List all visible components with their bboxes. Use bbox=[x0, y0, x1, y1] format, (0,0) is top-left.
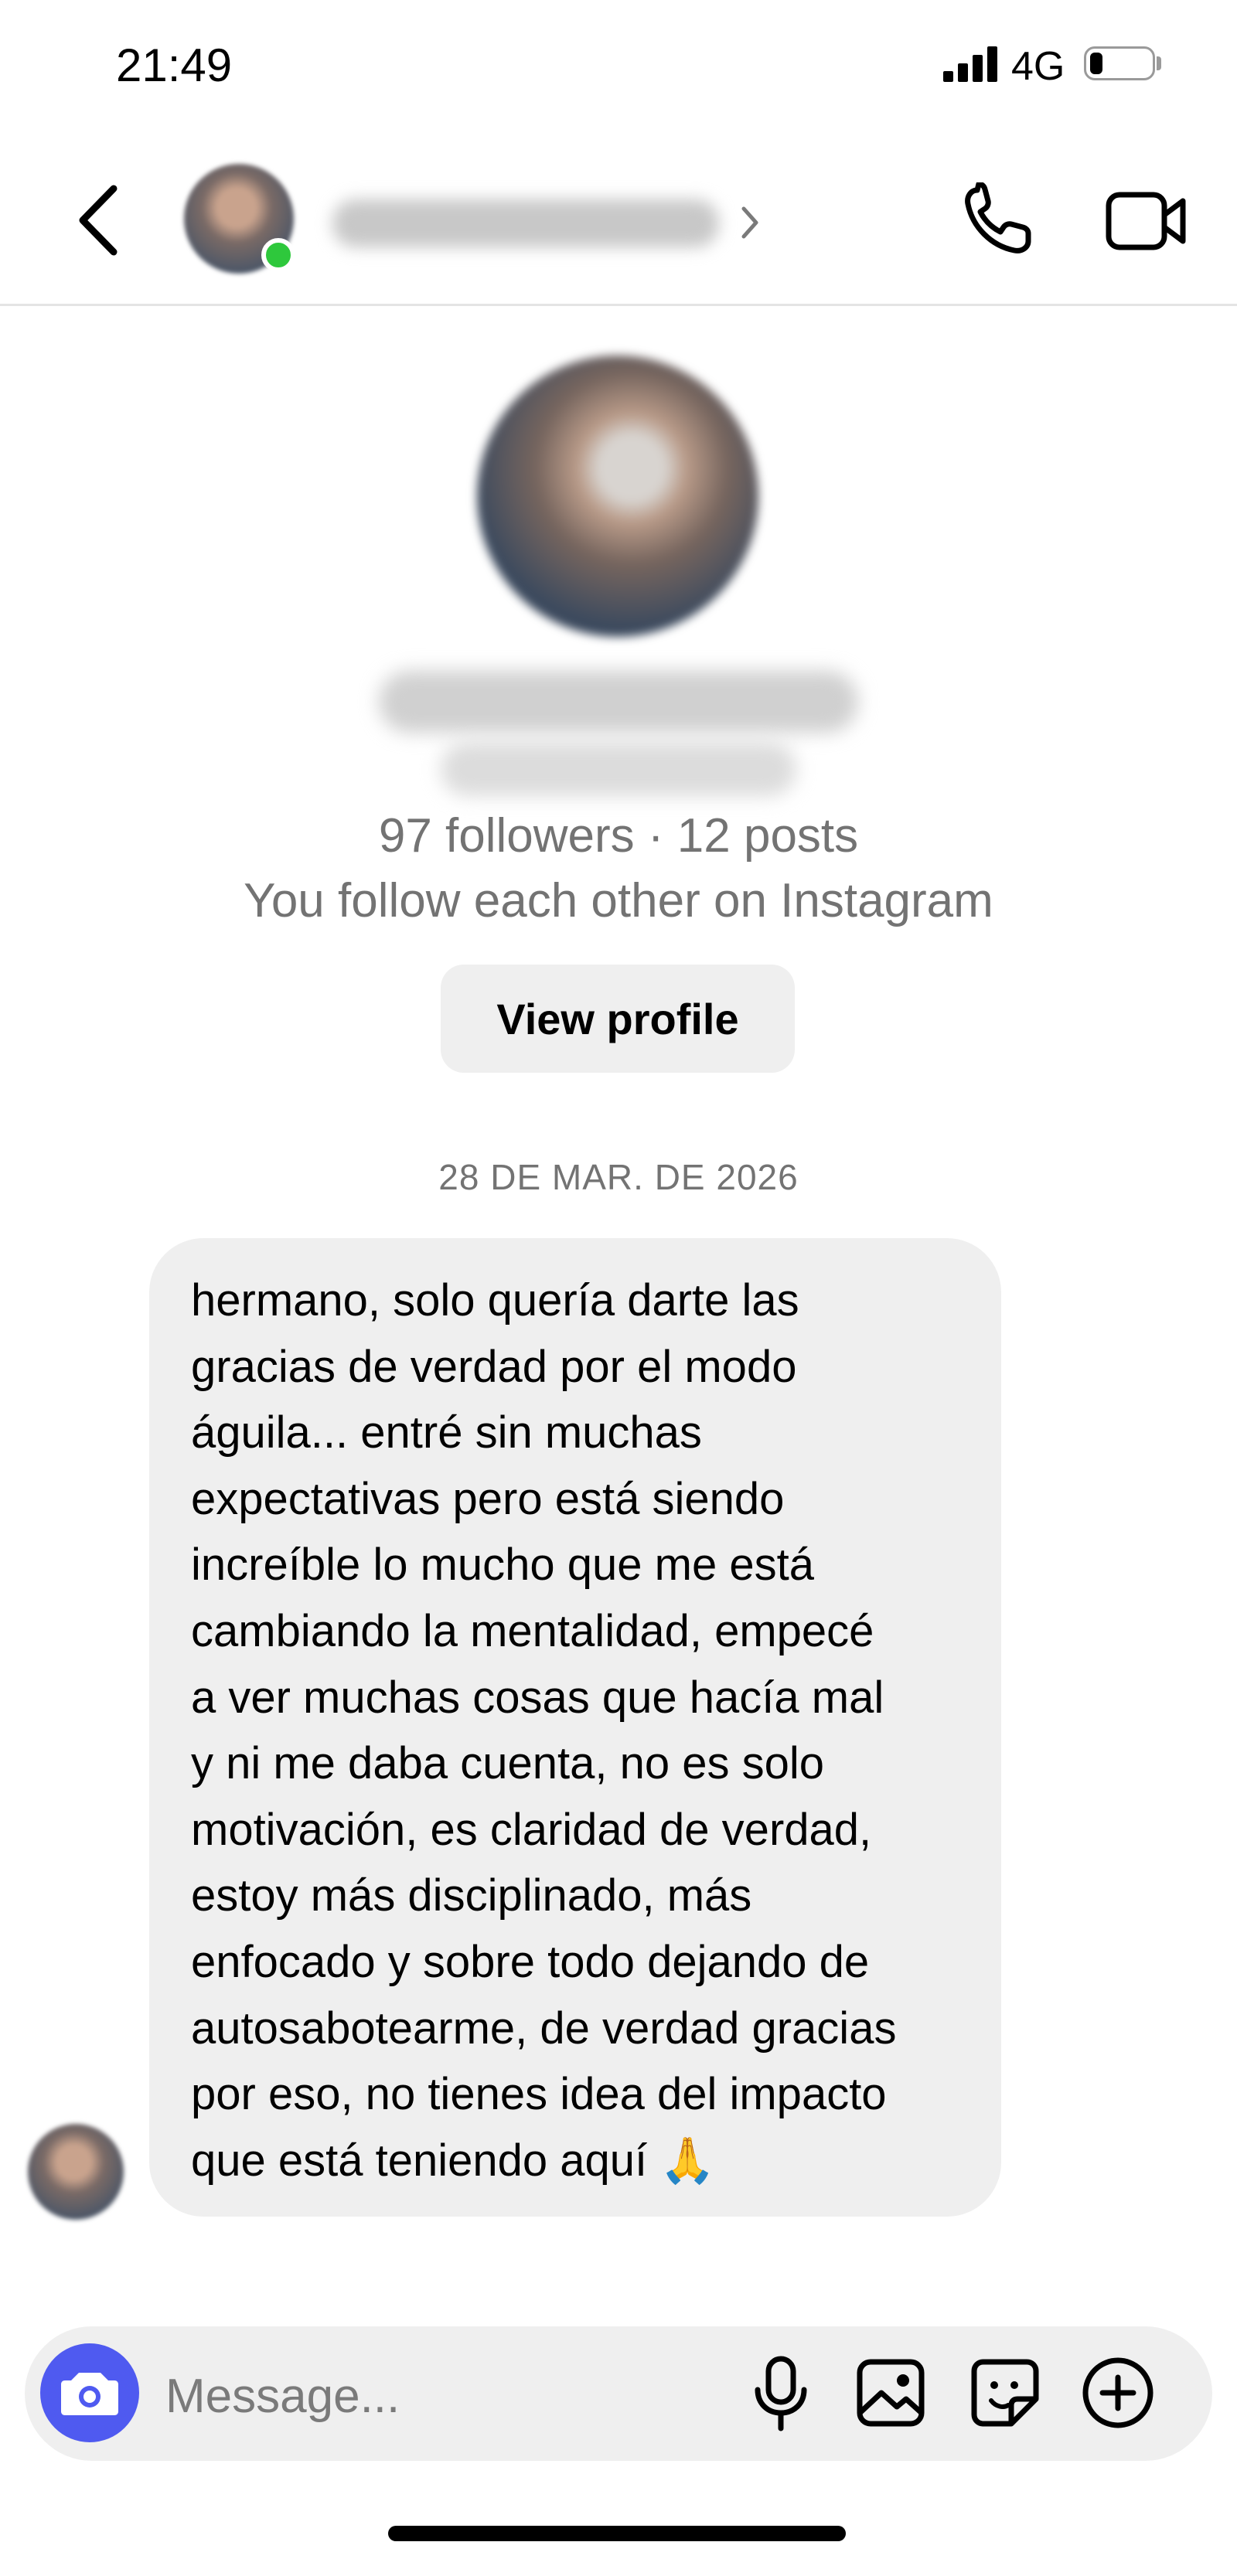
battery-level bbox=[1090, 53, 1102, 74]
microphone-button[interactable] bbox=[744, 2354, 818, 2435]
back-button[interactable] bbox=[66, 178, 135, 263]
contact-name-redacted[interactable] bbox=[332, 199, 719, 247]
chevron-right-icon[interactable] bbox=[734, 199, 765, 246]
gallery-icon bbox=[857, 2359, 925, 2427]
signal-strength-icon bbox=[943, 46, 997, 82]
call-button[interactable] bbox=[959, 181, 1036, 260]
status-time: 21:49 bbox=[116, 39, 233, 91]
plus-circle-icon bbox=[1082, 2357, 1154, 2428]
profile-name-redacted bbox=[379, 671, 858, 733]
home-indicator bbox=[388, 2526, 846, 2541]
view-profile-button[interactable]: View profile bbox=[441, 965, 795, 1073]
camera-button[interactable] bbox=[40, 2343, 139, 2442]
online-status-dot bbox=[261, 238, 295, 272]
more-options-button[interactable] bbox=[1079, 2354, 1157, 2431]
microphone-icon bbox=[755, 2356, 807, 2431]
message-bubble[interactable]: hermano, solo quería darte las gracias d… bbox=[149, 1238, 1001, 2217]
profile-stats: 97 followers · 12 posts bbox=[378, 809, 859, 863]
sticker-icon bbox=[971, 2359, 1039, 2427]
mutual-follow-text: You follow each other on Instagram bbox=[244, 874, 993, 927]
camera-icon bbox=[61, 2373, 118, 2415]
chevron-left-icon bbox=[79, 185, 118, 256]
profile-avatar[interactable] bbox=[477, 356, 758, 637]
sticker-button[interactable] bbox=[966, 2354, 1044, 2431]
profile-username-redacted bbox=[441, 742, 796, 796]
battery-icon bbox=[1084, 46, 1155, 80]
battery-cap bbox=[1157, 56, 1161, 70]
video-camera-icon bbox=[1106, 192, 1186, 250]
date-separator: 28 DE MAR. DE 2026 bbox=[438, 1157, 799, 1197]
network-type: 4G bbox=[1011, 44, 1065, 89]
gallery-button[interactable] bbox=[854, 2356, 928, 2430]
message-text: hermano, solo quería darte las gracias d… bbox=[191, 1275, 897, 2186]
message-sender-avatar[interactable] bbox=[28, 2124, 124, 2220]
phone-icon bbox=[965, 181, 1031, 254]
video-call-button[interactable] bbox=[1104, 182, 1189, 260]
message-input[interactable] bbox=[165, 2361, 707, 2431]
